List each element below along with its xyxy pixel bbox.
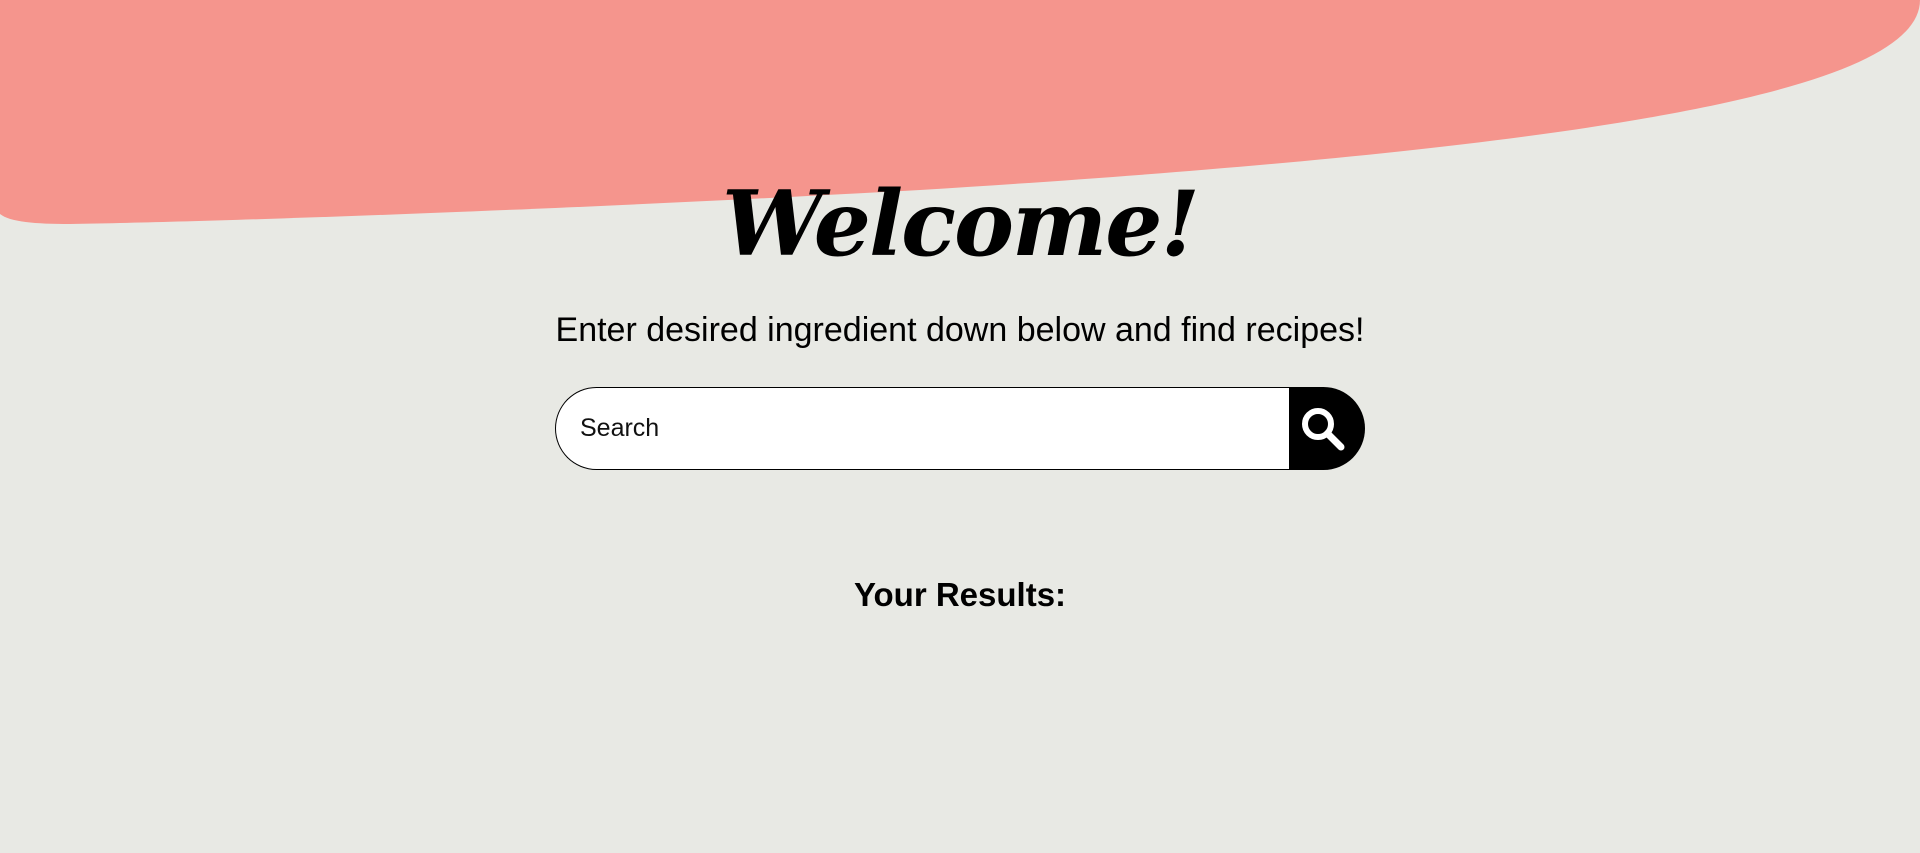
search-button[interactable]: [1289, 387, 1365, 470]
subtitle-text: Enter desired ingredient down below and …: [555, 311, 1365, 349]
welcome-title: Welcome!: [721, 171, 1200, 277]
search-form: [555, 387, 1365, 470]
search-input[interactable]: [555, 387, 1289, 470]
results-heading: Your Results:: [853, 576, 1067, 613]
search-icon-handle: [1324, 429, 1345, 450]
results-list: [0, 640, 1920, 840]
search-icon: [1302, 407, 1345, 450]
